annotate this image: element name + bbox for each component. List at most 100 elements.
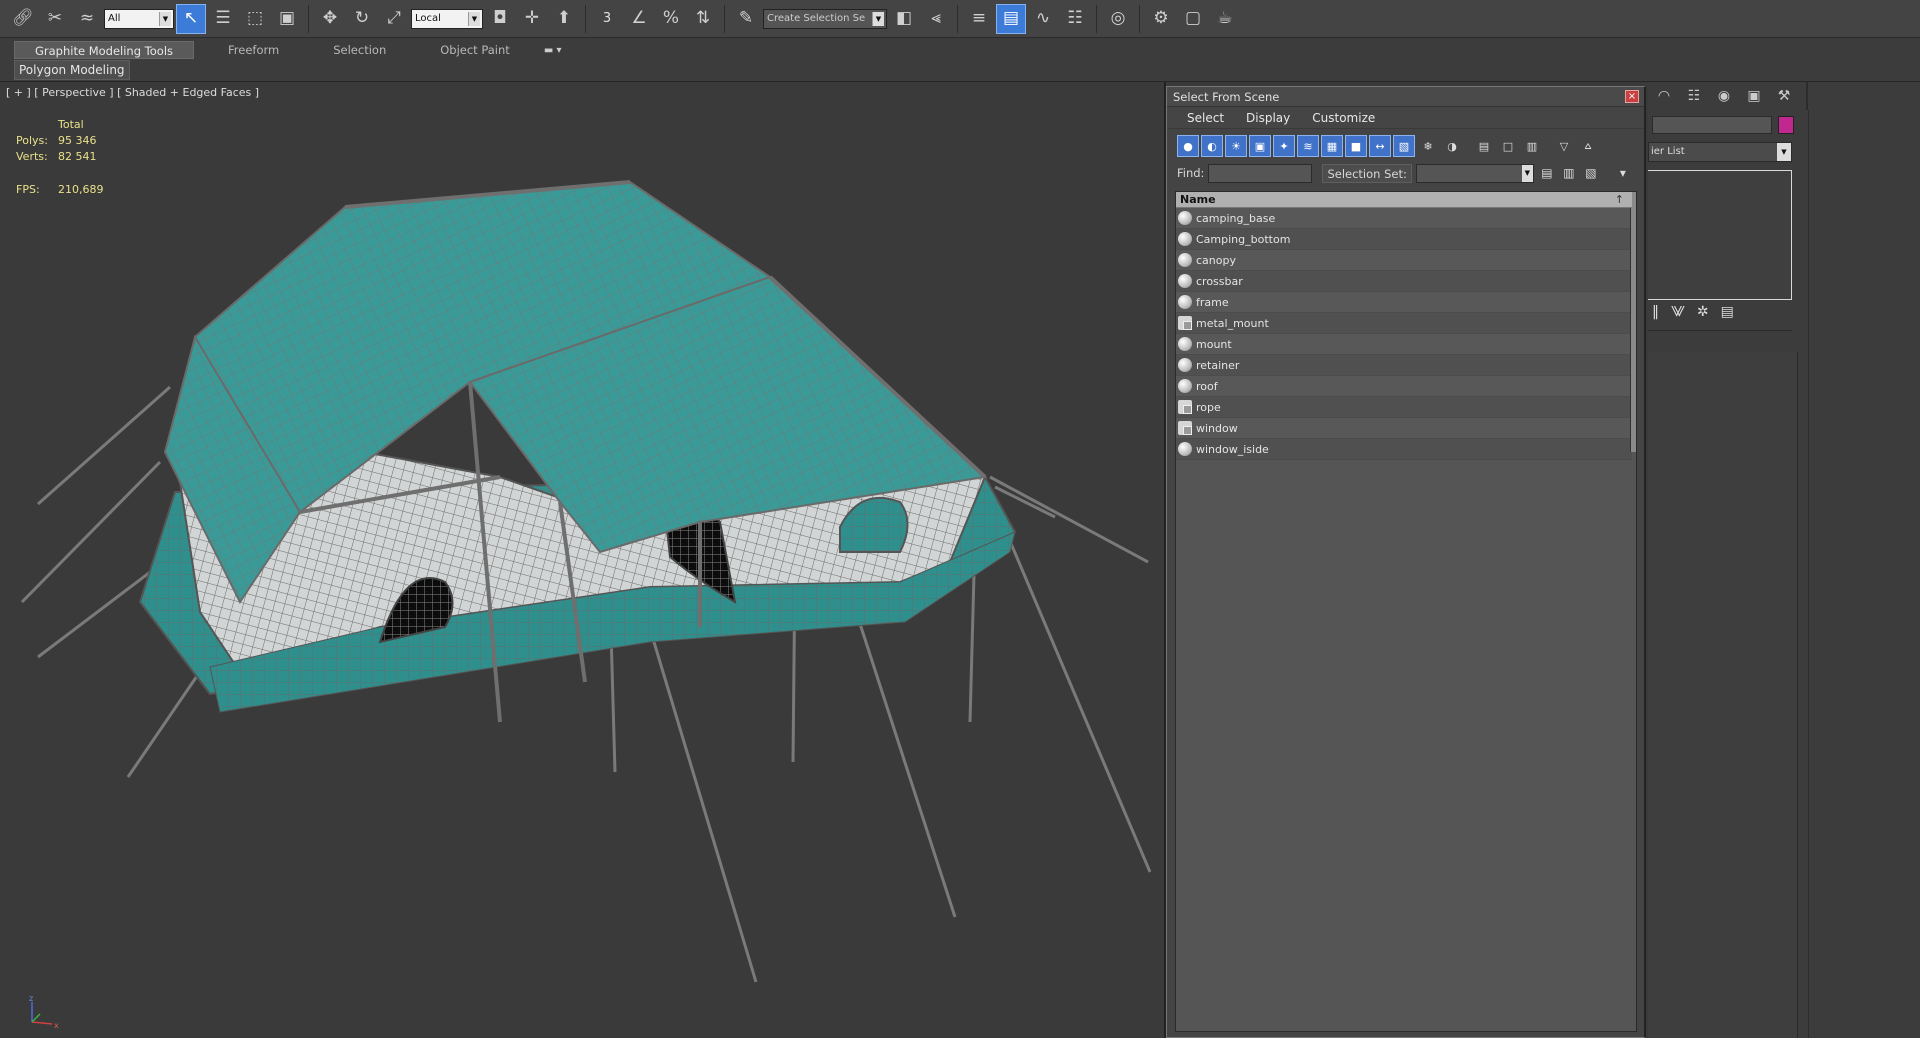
display-geometry-icon[interactable]: ● (1177, 135, 1199, 157)
close-icon[interactable]: × (1625, 90, 1639, 103)
object-name-field[interactable] (1652, 116, 1772, 134)
spinner-snap-icon[interactable]: ⇅ (688, 4, 718, 34)
display-hidden-icon[interactable]: ◑ (1441, 135, 1463, 157)
show-end-result-icon[interactable]: ⨈ (1671, 304, 1685, 320)
list-item[interactable]: roof (1176, 376, 1632, 397)
display-helpers-icon[interactable]: ✦ (1273, 135, 1295, 157)
list-item[interactable]: frame (1176, 292, 1632, 313)
parameters-rollout (1648, 352, 1798, 1038)
curve-editor-icon[interactable]: ∿ (1028, 4, 1058, 34)
render-setup-icon[interactable]: ⚙ (1146, 4, 1176, 34)
material-editor-icon[interactable]: ◎ (1103, 4, 1133, 34)
reference-coordinate-dropdown[interactable]: Local ▼ (411, 8, 483, 29)
menu-display[interactable]: Display (1246, 111, 1290, 125)
render-production-icon[interactable]: ☕ (1210, 4, 1240, 34)
pivot-center-icon[interactable]: ◘ (485, 4, 515, 34)
list-item[interactable]: camping_base (1176, 208, 1632, 229)
select-by-name-icon[interactable]: ☰ (208, 4, 238, 34)
modifier-stack-tools: ‖ ⨈ ✲ ▤ (1652, 304, 1734, 320)
rotate-icon[interactable]: ↻ (347, 4, 377, 34)
display-space-warps-icon[interactable]: ≋ (1297, 135, 1319, 157)
select-all-icon[interactable]: ▤ (1473, 135, 1495, 157)
tab-object-paint[interactable]: Object Paint (420, 41, 530, 59)
tab-freeform[interactable]: Freeform (208, 41, 299, 59)
list-item[interactable]: Camping_bottom (1176, 229, 1632, 250)
menu-select[interactable]: Select (1187, 111, 1224, 125)
find-input[interactable] (1208, 163, 1313, 183)
angle-snap-icon[interactable]: ∠ (624, 4, 654, 34)
select-invert-icon[interactable]: ▥ (1521, 135, 1543, 157)
tab-selection[interactable]: Selection (313, 41, 406, 59)
rectangular-selection-icon[interactable]: ⬚ (240, 4, 270, 34)
mirror-icon[interactable]: ◧ (889, 4, 919, 34)
add-to-selection-set-icon[interactable]: ▥ (1560, 164, 1578, 182)
stats-total-label: Total (58, 118, 84, 131)
motion-tab-icon[interactable]: ◉ (1712, 85, 1736, 107)
display-tab-icon[interactable]: ▣ (1742, 85, 1766, 107)
rendered-frame-window-icon[interactable]: ▢ (1178, 4, 1208, 34)
menu-customize[interactable]: Customize (1312, 111, 1375, 125)
dialog-title-bar[interactable]: Select From Scene × (1167, 87, 1644, 107)
perspective-viewport[interactable]: [ + ] [ Perspective ] [ Shaded + Edged F… (0, 82, 1166, 1038)
list-item[interactable]: rope (1176, 397, 1632, 418)
display-groups-icon[interactable]: ▦ (1321, 135, 1343, 157)
toolbar-divider (308, 4, 309, 33)
find-row: Find: Selection Set: ▼ ▤ ▥ ▧ ▾ (1167, 161, 1644, 185)
modifier-list-dropdown[interactable]: ier List ▼ (1648, 142, 1792, 162)
edit-named-selection-icon[interactable]: ✎ (731, 4, 761, 34)
hierarchy-tab-icon[interactable]: ☷ (1682, 85, 1706, 107)
selection-set-dropdown[interactable]: ▼ (1415, 163, 1534, 183)
tab-graphite-modeling-tools[interactable]: Graphite Modeling Tools (14, 41, 195, 59)
list-item[interactable]: metal_mount (1176, 313, 1632, 334)
display-containers-icon[interactable]: ▧ (1393, 135, 1415, 157)
select-object-icon[interactable]: ↖ (176, 3, 206, 34)
keyboard-shortcut-override-icon[interactable]: ⬆ (549, 4, 579, 34)
tab-polygon-modeling[interactable]: Polygon Modeling (14, 60, 130, 80)
create-selection-set-icon[interactable]: ▤ (1538, 164, 1556, 182)
name-column-header[interactable]: Name ↑ (1176, 192, 1632, 208)
schematic-view-icon[interactable]: ☷ (1060, 4, 1090, 34)
layer-manager-icon[interactable]: ≡ (964, 4, 994, 34)
list-scrollbar[interactable] (1630, 192, 1636, 452)
list-item[interactable]: canopy (1176, 250, 1632, 271)
unlink-icon[interactable]: ✂ (40, 4, 70, 34)
geometry-icon (1178, 211, 1192, 225)
display-xrefs-icon[interactable]: ■ (1345, 135, 1367, 157)
filter-icon[interactable]: ▽ (1553, 135, 1575, 157)
scale-icon[interactable]: ⤢ (379, 4, 409, 34)
display-cameras-icon[interactable]: ▣ (1249, 135, 1271, 157)
select-manipulate-icon[interactable]: ✛ (517, 4, 547, 34)
list-item[interactable]: mount (1176, 334, 1632, 355)
link-icon[interactable]: 🔗︎ (8, 4, 38, 34)
list-item[interactable]: retainer (1176, 355, 1632, 376)
display-frozen-icon[interactable]: ❄ (1417, 135, 1439, 157)
object-color-swatch[interactable] (1778, 116, 1794, 134)
align-icon[interactable]: ⪡ (921, 4, 951, 34)
remove-from-selection-set-icon[interactable]: ▧ (1582, 164, 1600, 182)
viewport-label[interactable]: [ + ] [ Perspective ] [ Shaded + Edged F… (6, 86, 259, 99)
display-shapes-icon[interactable]: ◐ (1201, 135, 1223, 157)
filter-options-icon[interactable]: ⩟ (1577, 135, 1599, 157)
list-item[interactable]: window_iside (1176, 439, 1632, 460)
move-icon[interactable]: ✥ (315, 4, 345, 34)
configure-modifier-sets-icon[interactable]: ▤ (1721, 304, 1734, 320)
collapse-toolbar-icon[interactable]: ▾ (1614, 164, 1632, 182)
list-item[interactable]: crossbar (1176, 271, 1632, 292)
ribbon-minimize-toggle[interactable]: ▬ ▾ (544, 45, 562, 56)
modifier-stack[interactable] (1648, 170, 1792, 300)
percent-snap-icon[interactable]: % (656, 4, 686, 34)
display-lights-icon[interactable]: ☀ (1225, 135, 1247, 157)
selection-filter-dropdown[interactable]: All ▼ (104, 8, 174, 29)
utilities-tab-icon[interactable]: ⚒ (1772, 85, 1796, 107)
window-crossing-icon[interactable]: ▣ (272, 4, 302, 34)
display-bones-icon[interactable]: ↔ (1369, 135, 1391, 157)
make-unique-icon[interactable]: ✲ (1697, 304, 1709, 320)
bind-space-warp-icon[interactable]: ≈ (72, 4, 102, 34)
list-item[interactable]: window (1176, 418, 1632, 439)
select-none-icon[interactable]: □ (1497, 135, 1519, 157)
graphite-toggle-icon[interactable]: ▤ (996, 3, 1026, 34)
snaps-toggle-icon[interactable]: 3 (592, 4, 622, 34)
pin-stack-icon[interactable]: ‖ (1652, 304, 1659, 320)
named-selection-set-dropdown[interactable]: Create Selection Se ▼ (763, 8, 887, 29)
modify-tab-icon[interactable]: ◠ (1652, 85, 1676, 107)
